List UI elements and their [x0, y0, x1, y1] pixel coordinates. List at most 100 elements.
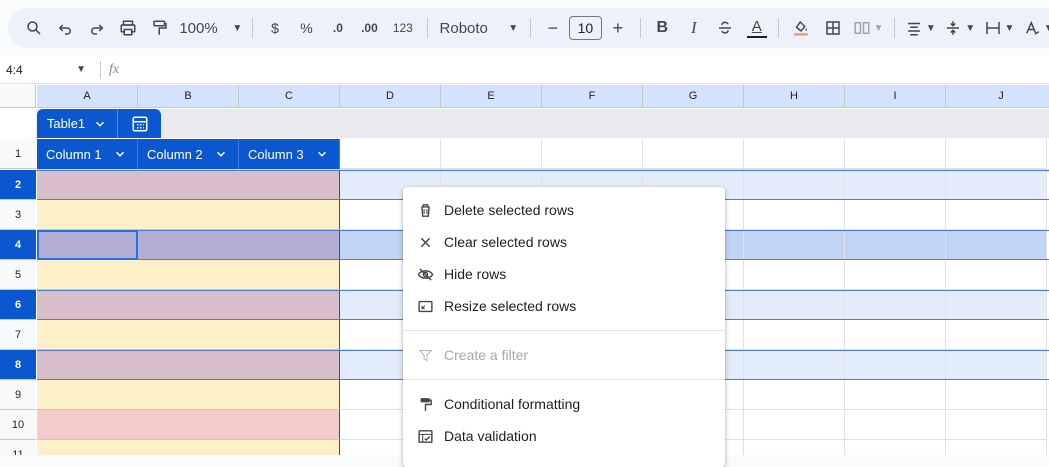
- grid-cell[interactable]: [845, 290, 946, 320]
- text-color-button[interactable]: A: [741, 14, 772, 42]
- menu-item-hide-rows[interactable]: Hide rows: [403, 258, 725, 290]
- merge-cells-icon[interactable]: ▼: [848, 14, 887, 42]
- grid-cell[interactable]: [845, 170, 946, 200]
- increase-font-size-button[interactable]: +: [602, 14, 633, 42]
- grid-cell[interactable]: [845, 440, 946, 455]
- grid-cell[interactable]: [744, 320, 845, 350]
- table-name-button[interactable]: Table1: [37, 109, 118, 138]
- grid-cell[interactable]: [845, 320, 946, 350]
- grid-cell[interactable]: [845, 139, 946, 169]
- grid-cell[interactable]: [946, 230, 1047, 260]
- grid-cell[interactable]: [845, 410, 946, 440]
- grid-cell[interactable]: [744, 350, 845, 380]
- table-row[interactable]: [37, 410, 340, 440]
- grid-cell[interactable]: [744, 290, 845, 320]
- table-row[interactable]: [37, 380, 340, 410]
- grid-cell[interactable]: [744, 170, 845, 200]
- grid-cell[interactable]: [946, 380, 1047, 410]
- grid-cell[interactable]: [946, 200, 1047, 230]
- text-rotation-icon[interactable]: ▼: [1019, 14, 1049, 42]
- column-header-a[interactable]: A: [37, 85, 138, 108]
- table-row[interactable]: [37, 170, 340, 200]
- name-box[interactable]: 4:4 ▼: [0, 56, 92, 83]
- column-header-b[interactable]: B: [138, 85, 239, 108]
- text-wrap-icon[interactable]: ▼: [979, 14, 1018, 42]
- font-select[interactable]: Roboto ▼: [434, 14, 525, 42]
- horizontal-align-icon[interactable]: ▼: [901, 14, 940, 42]
- font-size-input[interactable]: 10: [568, 16, 603, 40]
- undo-icon[interactable]: [49, 14, 80, 42]
- grid-cell[interactable]: [845, 200, 946, 230]
- row-header-5[interactable]: 5: [0, 260, 36, 290]
- paint-format-icon[interactable]: [144, 14, 175, 42]
- menu-item-resize-selected-rows[interactable]: Resize selected rows: [403, 290, 725, 322]
- row-header-8[interactable]: 8: [0, 350, 36, 380]
- decrease-decimal-button[interactable]: .0: [322, 14, 353, 42]
- grid-cell[interactable]: [845, 350, 946, 380]
- more-formats-button[interactable]: 123: [385, 14, 420, 42]
- percent-button[interactable]: %: [291, 14, 322, 42]
- search-icon[interactable]: [18, 14, 49, 42]
- increase-decimal-button[interactable]: .00: [354, 14, 385, 42]
- menu-item-clear-selected-rows[interactable]: Clear selected rows: [403, 226, 725, 258]
- fill-color-icon[interactable]: [785, 14, 816, 42]
- grid-cell[interactable]: [441, 139, 542, 169]
- strikethrough-icon[interactable]: [710, 14, 741, 42]
- column-header-i[interactable]: I: [845, 85, 946, 108]
- grid-cell[interactable]: [744, 440, 845, 455]
- column-header-f[interactable]: F: [542, 85, 643, 108]
- grid-cell[interactable]: [946, 139, 1047, 169]
- grid-cell[interactable]: [946, 320, 1047, 350]
- row-header-11[interactable]: 11: [0, 440, 36, 455]
- grid-cell[interactable]: [744, 230, 845, 260]
- decrease-font-size-button[interactable]: −: [537, 14, 568, 42]
- grid-cell[interactable]: [946, 260, 1047, 290]
- grid-cell[interactable]: [542, 139, 643, 169]
- row-header-6[interactable]: 6: [0, 290, 36, 320]
- bold-button[interactable]: B: [647, 14, 678, 42]
- row-header-2[interactable]: 2: [0, 170, 36, 200]
- currency-button[interactable]: $: [259, 14, 290, 42]
- table-row[interactable]: [37, 350, 340, 380]
- grid-cell[interactable]: [744, 410, 845, 440]
- grid-cell[interactable]: [946, 410, 1047, 440]
- italic-button[interactable]: I: [678, 14, 709, 42]
- table-row[interactable]: [37, 200, 340, 230]
- select-all-corner[interactable]: [0, 85, 36, 108]
- grid-cell[interactable]: [946, 350, 1047, 380]
- grid-cell[interactable]: [946, 290, 1047, 320]
- menu-item-data-validation[interactable]: Data validation: [403, 420, 725, 452]
- borders-icon[interactable]: [817, 14, 848, 42]
- grid-cell[interactable]: [340, 139, 441, 169]
- column-header-g[interactable]: G: [643, 85, 744, 108]
- table-column-header[interactable]: Column 3: [239, 139, 340, 169]
- row-header-1[interactable]: 1: [0, 139, 36, 169]
- grid-cell[interactable]: [744, 200, 845, 230]
- table-view-icon[interactable]: [118, 109, 161, 138]
- grid-cell[interactable]: [643, 139, 744, 169]
- table-row[interactable]: [37, 290, 340, 320]
- row-header-7[interactable]: 7: [0, 320, 36, 350]
- redo-icon[interactable]: [81, 14, 112, 42]
- zoom-select[interactable]: 100% ▼: [175, 14, 246, 42]
- grid-cell[interactable]: [744, 380, 845, 410]
- table-column-header[interactable]: Column 1: [37, 139, 138, 169]
- column-header-e[interactable]: E: [441, 85, 542, 108]
- print-icon[interactable]: [112, 14, 143, 42]
- row-header-9[interactable]: 9: [0, 380, 36, 410]
- grid-cell[interactable]: [845, 380, 946, 410]
- table-row[interactable]: [37, 440, 340, 455]
- grid-cell[interactable]: [845, 230, 946, 260]
- vertical-align-icon[interactable]: ▼: [940, 14, 979, 42]
- row-header-3[interactable]: 3: [0, 200, 36, 230]
- grid-cell[interactable]: [845, 260, 946, 290]
- active-cell[interactable]: [37, 230, 138, 260]
- grid-cell[interactable]: [946, 440, 1047, 455]
- grid-cell[interactable]: [946, 170, 1047, 200]
- row-header-10[interactable]: 10: [0, 410, 36, 440]
- column-header-j[interactable]: J: [946, 85, 1049, 108]
- column-header-d[interactable]: D: [340, 85, 441, 108]
- menu-item-conditional-formatting[interactable]: Conditional formatting: [403, 388, 725, 420]
- grid-cell[interactable]: [744, 139, 845, 169]
- row-header-4[interactable]: 4: [0, 230, 36, 260]
